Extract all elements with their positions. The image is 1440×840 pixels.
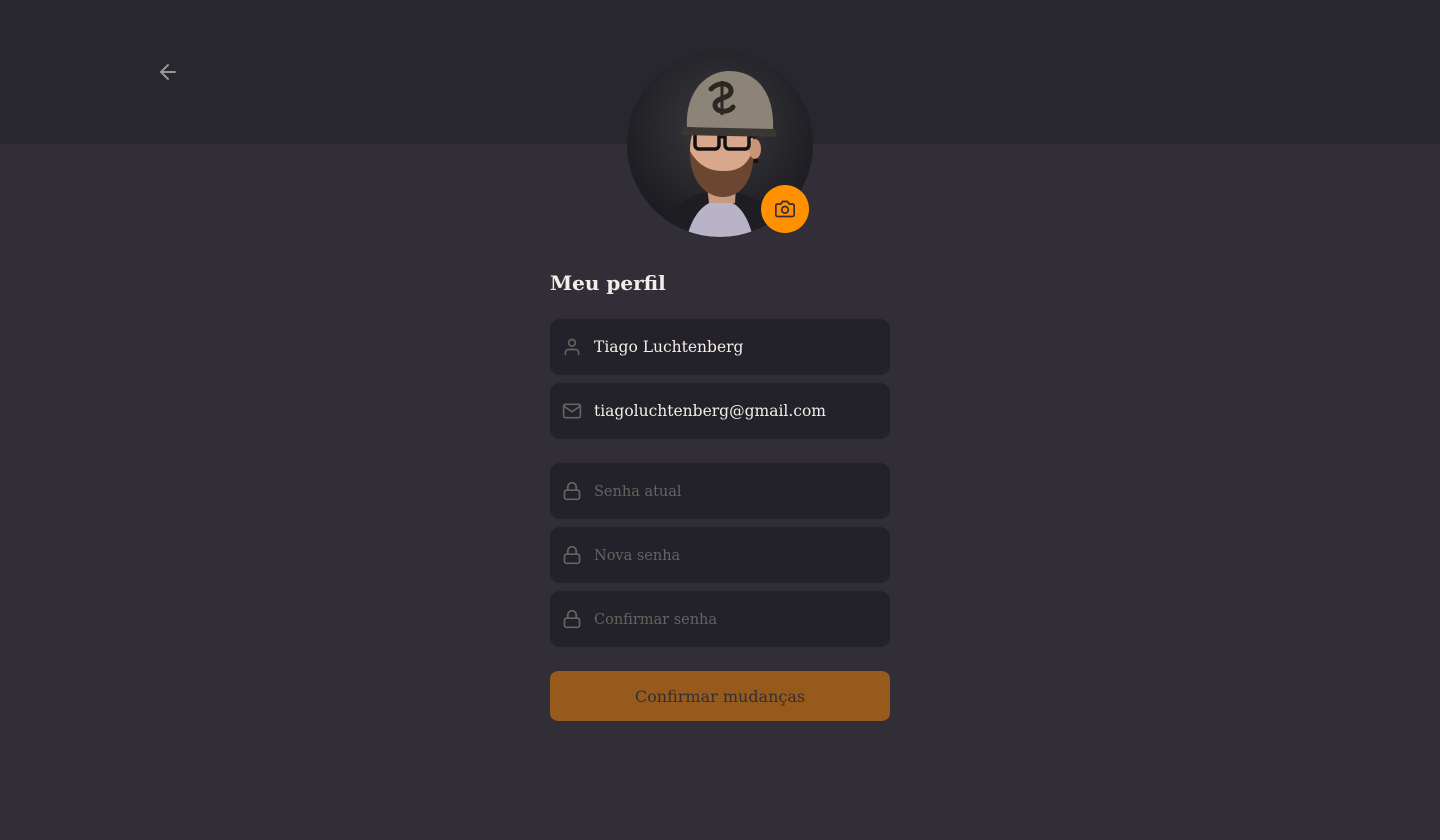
user-icon [562,337,582,357]
back-button[interactable] [152,56,184,88]
confirm-changes-button[interactable]: Confirmar mudanças [550,671,890,721]
lock-icon [562,481,582,501]
email-input[interactable] [594,402,876,420]
avatar-container [627,51,813,237]
profile-form: Meu perfil Tiago Luchtenberg tiagoluchte… [550,268,890,721]
arrow-left-icon [160,64,176,80]
new-password-field[interactable] [550,527,890,583]
page-title: Meu perfil [550,271,666,295]
camera-icon [775,200,795,218]
change-avatar-button[interactable] [761,185,809,233]
name-field[interactable] [550,319,890,375]
current-password-input[interactable] [594,482,876,500]
current-password-field[interactable] [550,463,890,519]
confirm-password-input[interactable] [594,610,876,628]
lock-icon [562,545,582,565]
mail-icon [562,401,582,421]
email-field[interactable] [550,383,890,439]
new-password-input[interactable] [594,546,876,564]
lock-icon [562,609,582,629]
confirm-password-field[interactable] [550,591,890,647]
name-input[interactable] [594,338,876,356]
